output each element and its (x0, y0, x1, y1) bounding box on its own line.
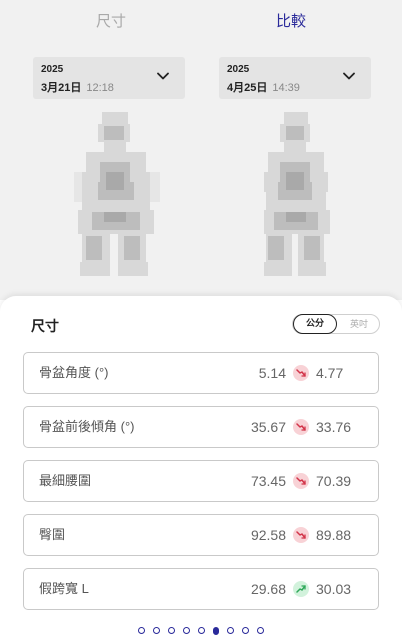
pagination-dot[interactable] (138, 627, 145, 635)
measurement-after-value: 89.88 (316, 527, 352, 543)
measurement-row[interactable]: 最細腰圍 73.45 70.39 (23, 460, 379, 502)
date-time: 14:39 (272, 82, 300, 94)
pagination-dot[interactable] (257, 627, 264, 635)
date-year: 2025 (227, 64, 250, 75)
measurement-label: 假跨寬 L (39, 581, 89, 596)
measurement-row[interactable]: 骨盆角度 (°) 5.14 4.77 (23, 352, 379, 394)
trend-down-icon (293, 527, 309, 543)
measurement-label: 臀圍 (39, 527, 66, 542)
chevron-down-icon[interactable] (343, 70, 355, 82)
body-scan-image-left (74, 112, 160, 276)
view-tabs: 尺寸 比較 (0, 10, 402, 34)
pagination-dot[interactable] (153, 627, 160, 635)
measurement-row[interactable]: 骨盆前後傾角 (°) 35.67 33.76 (23, 406, 379, 448)
tab-size[interactable]: 尺寸 (96, 10, 126, 34)
measurement-label: 最細腰圍 (39, 473, 92, 488)
pagination-dot[interactable] (213, 626, 219, 635)
pagination-dot[interactable] (227, 627, 234, 635)
unit-toggle: 公分 英吋 (292, 314, 380, 334)
date-year: 2025 (41, 64, 64, 75)
unit-inch-button[interactable]: 英吋 (337, 315, 381, 333)
date-day-label: 3月21日 (41, 82, 82, 94)
unit-cm-button[interactable]: 公分 (293, 314, 337, 334)
date-time: 12:18 (86, 82, 114, 94)
measurement-after-value: 30.03 (316, 581, 352, 597)
measurements-sheet: 尺寸 公分 英吋 骨盆角度 (°) 5.14 4.77 骨盆前後傾角 (°) 35.67… (0, 296, 402, 640)
date-selector-right[interactable]: 2025 4月25日 14:39 (219, 57, 371, 99)
body-scan-image-right (264, 112, 330, 276)
date-day: 4月25日 14:39 (227, 79, 300, 95)
date-day-label: 4月25日 (227, 82, 268, 94)
date-day: 3月21日 12:18 (41, 79, 114, 95)
pagination-dot[interactable] (168, 627, 175, 635)
measurement-before-value: 73.45 (250, 473, 286, 489)
pagination-dot[interactable] (198, 627, 205, 635)
pagination-dot[interactable] (183, 627, 190, 635)
trend-down-icon (293, 473, 309, 489)
pagination-dot[interactable] (242, 627, 249, 635)
measurement-before-value: 5.14 (258, 365, 286, 381)
measurement-before-value: 29.68 (250, 581, 286, 597)
trend-down-icon (293, 419, 309, 435)
measurement-after-value: 33.76 (316, 419, 352, 435)
trend-down-icon (293, 365, 309, 381)
measurement-after-value: 70.39 (316, 473, 352, 489)
measurement-row[interactable]: 假跨寬 L 29.68 30.03 (23, 568, 379, 610)
date-selector-left[interactable]: 2025 3月21日 12:18 (33, 57, 185, 99)
measurement-after-value: 4.77 (316, 365, 344, 381)
measurement-row[interactable]: 臀圍 92.58 89.88 (23, 514, 379, 556)
tab-compare[interactable]: 比較 (276, 10, 306, 34)
section-title: 尺寸 (31, 318, 59, 334)
trend-up-icon (293, 581, 309, 597)
body-scan-comparison-panel: 尺寸 比較 2025 3月21日 12:18 2025 4月25日 14:39 (0, 0, 402, 300)
measurement-before-value: 92.58 (250, 527, 286, 543)
chevron-down-icon[interactable] (157, 70, 169, 82)
measurement-label: 骨盆前後傾角 (°) (39, 419, 135, 434)
measurement-before-value: 35.67 (250, 419, 286, 435)
measurement-label: 骨盆角度 (°) (39, 365, 109, 380)
pagination-dots (0, 622, 402, 635)
